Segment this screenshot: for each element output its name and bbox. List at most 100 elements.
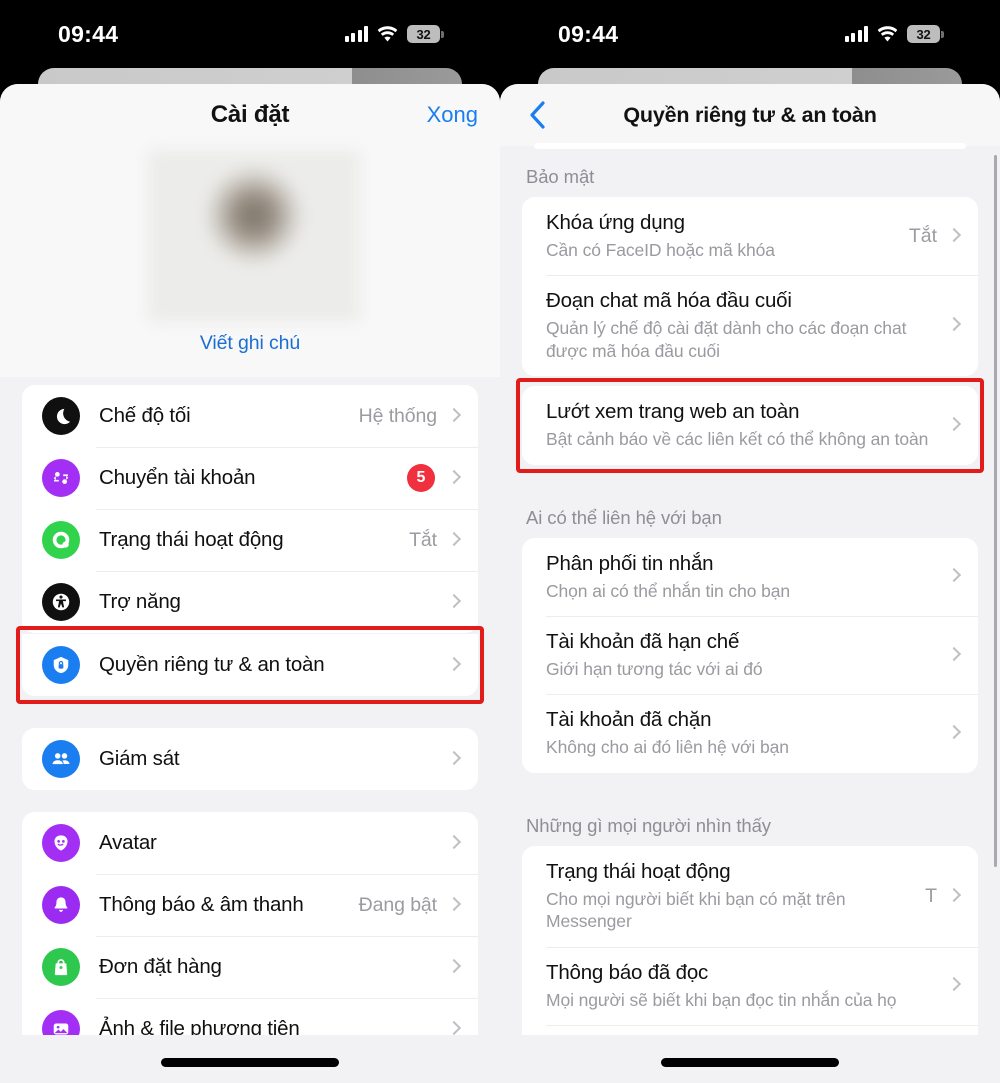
sidebar-item-privacy-safety[interactable]: Quyền riêng tư & an toàn <box>22 634 478 696</box>
row-label: Thông báo & âm thanh <box>99 893 304 916</box>
profile-avatar-blurred[interactable] <box>148 150 360 322</box>
chevron-right-icon <box>449 750 460 769</box>
row-active-status[interactable]: Trạng thái hoạt động Cho mọi người biết … <box>522 845 978 947</box>
settings-card-highlighted: Quyền riêng tư & an toàn <box>22 634 478 696</box>
write-note-link[interactable]: Viết ghi chú <box>200 332 300 355</box>
chevron-right-icon <box>449 593 460 612</box>
row-value: Tắt <box>908 224 937 247</box>
sidebar-item-supervision[interactable]: Giám sát <box>22 728 478 790</box>
cellular-signal-icon <box>344 26 368 42</box>
section-security: Bảo mật Khóa ứng dụng Cần có FaceID hoặc… <box>500 146 1000 473</box>
sidebar-item-accessibility[interactable]: Trợ năng <box>22 571 478 633</box>
status-badge: 5 <box>407 464 435 492</box>
row-label: Chế độ tối <box>99 404 191 427</box>
status-time: 09:44 <box>558 20 619 47</box>
supervision-people-icon <box>42 740 80 778</box>
row-message-delivery[interactable]: Phân phối tin nhắn Chọn ai có thể nhắn t… <box>522 537 978 616</box>
sidebar-item-orders[interactable]: Đơn đặt hàng <box>22 936 478 998</box>
chevron-right-icon <box>449 531 460 550</box>
navbar-sheet-edge <box>534 143 966 149</box>
wifi-icon <box>877 26 898 42</box>
right-navbar: Quyền riêng tư & an toàn <box>500 84 1000 149</box>
row-label: Giám sát <box>99 747 180 770</box>
switch-accounts-icon <box>42 459 80 497</box>
privacy-sheet: Quyền riêng tư & an toàn Bảo mật Khóa ứn… <box>500 84 1000 1083</box>
row-title: Đoạn chat mã hóa đầu cuối <box>546 289 792 313</box>
row-label: Trợ năng <box>99 590 181 613</box>
section-title: Ai có thể liên hệ với bạn <box>526 506 722 528</box>
row-subtitle: Cho mọi người biết khi bạn có mặt trên M… <box>546 888 846 932</box>
settings-sheet: Cài đặt Xong Viết ghi chú Chế độ tối Hệ … <box>0 84 500 1083</box>
settings-card: Chế độ tối Hệ thống Chuyển tài khoản 5 T… <box>22 385 478 633</box>
chevron-right-icon <box>449 469 460 488</box>
section-title: Bảo mật <box>526 166 595 187</box>
done-button[interactable]: Xong <box>427 102 478 128</box>
home-indicator[interactable] <box>161 1058 339 1067</box>
row-title: Tài khoản đã chặn <box>546 708 712 732</box>
section-who-can-contact: Ai có thể liên hệ với bạn Phân phối tin … <box>500 487 1000 773</box>
bell-icon <box>42 886 80 924</box>
row-read-receipts[interactable]: Thông báo đã đọc Mọi người sẽ biết khi b… <box>522 946 978 1025</box>
chevron-right-icon <box>449 656 460 675</box>
row-restricted-accounts[interactable]: Tài khoản đã hạn chế Giới hạn tương tác … <box>522 615 978 695</box>
chevron-right-icon <box>949 567 960 586</box>
row-label: Quyền riêng tư & an toàn <box>99 653 325 676</box>
chevron-right-icon <box>949 724 960 743</box>
chevron-right-icon <box>949 316 960 335</box>
chevron-right-icon <box>949 976 960 995</box>
row-blocked-accounts[interactable]: Tài khoản đã chặn Không cho ai đó liên h… <box>522 694 978 773</box>
shopping-bag-icon <box>42 948 80 986</box>
row-app-lock[interactable]: Khóa ứng dụng Cần có FaceID hoặc mã khóa… <box>522 197 978 276</box>
settings-group-2: Giám sát <box>0 718 500 812</box>
sidebar-item-dark-mode[interactable]: Chế độ tối Hệ thống <box>22 385 478 447</box>
profile-header: Viết ghi chú <box>0 146 500 377</box>
sidebar-item-switch-accounts[interactable]: Chuyển tài khoản 5 <box>22 447 478 509</box>
row-subtitle: Không cho ai đó liên hệ với bạn <box>546 737 789 758</box>
chevron-right-icon <box>949 646 960 665</box>
settings-card: Avatar Thông báo & âm thanh Đang bật Đơn… <box>22 812 478 1060</box>
status-indicators: 32 <box>344 25 444 43</box>
avatar-face-icon <box>42 824 80 862</box>
home-indicator[interactable] <box>661 1058 839 1067</box>
row-subtitle: Chọn ai có thể nhắn tin cho bạn <box>546 580 791 601</box>
status-time: 09:44 <box>58 20 119 47</box>
highlighted-safe-browsing-wrapper: Lướt xem trang web an toàn Bật cảnh báo … <box>516 378 984 473</box>
highlighted-privacy-row-wrapper: Quyền riêng tư & an toàn <box>16 626 484 704</box>
section-card-highlighted: Lướt xem trang web an toàn Bật cảnh báo … <box>522 386 978 465</box>
row-subtitle: Cần có FaceID hoặc mã khóa <box>546 240 775 260</box>
section-card: Phân phối tin nhắn Chọn ai có thể nhắn t… <box>522 537 978 773</box>
right-phone-screen: 09:44 32 Quyền riêng tư & an toàn Bảo mậ… <box>500 0 1000 1083</box>
status-indicators: 32 <box>844 25 944 43</box>
sidebar-item-avatar[interactable]: Avatar <box>22 812 478 874</box>
chevron-right-icon <box>949 227 960 246</box>
chevron-right-icon <box>449 834 460 853</box>
row-title: Tài khoản đã hạn chế <box>546 629 740 653</box>
battery-percent: 32 <box>916 26 931 42</box>
chevron-right-icon <box>949 416 960 435</box>
row-label: Avatar <box>99 831 157 854</box>
section-title: Những gì mọi người nhìn thấy <box>526 814 771 836</box>
row-label: Chuyển tài khoản <box>99 466 256 489</box>
page-title: Quyền riêng tư & an toàn <box>623 102 877 127</box>
row-label: Đơn đặt hàng <box>99 955 222 978</box>
row-title: Phân phối tin nhắn <box>546 551 714 575</box>
battery-icon: 32 <box>407 25 444 43</box>
chevron-right-icon <box>449 896 460 915</box>
sidebar-item-active-status[interactable]: Trạng thái hoạt động Tắt <box>22 509 478 571</box>
active-status-icon <box>42 521 80 559</box>
row-value: Hệ thống <box>358 404 437 427</box>
row-e2ee-chats[interactable]: Đoạn chat mã hóa đầu cuối Quản lý chế độ… <box>522 275 978 377</box>
sidebar-item-notifications-sounds[interactable]: Thông báo & âm thanh Đang bật <box>22 874 478 936</box>
privacy-lock-shield-icon <box>42 646 80 684</box>
battery-percent: 32 <box>416 26 431 42</box>
row-title: Trạng thái hoạt động <box>546 859 731 883</box>
row-safe-browsing[interactable]: Lướt xem trang web an toàn Bật cảnh báo … <box>522 386 978 465</box>
status-bar-right: 09:44 32 <box>500 0 1000 68</box>
row-subtitle: Giới hạn tương tác với ai đó <box>546 658 763 679</box>
wifi-icon <box>377 26 398 42</box>
row-value: T <box>925 884 937 907</box>
vertical-scrollbar[interactable] <box>993 155 997 867</box>
row-label: Trạng thái hoạt động <box>99 528 284 551</box>
section-card: Khóa ứng dụng Cần có FaceID hoặc mã khóa… <box>522 197 978 377</box>
accessibility-icon <box>42 583 80 621</box>
